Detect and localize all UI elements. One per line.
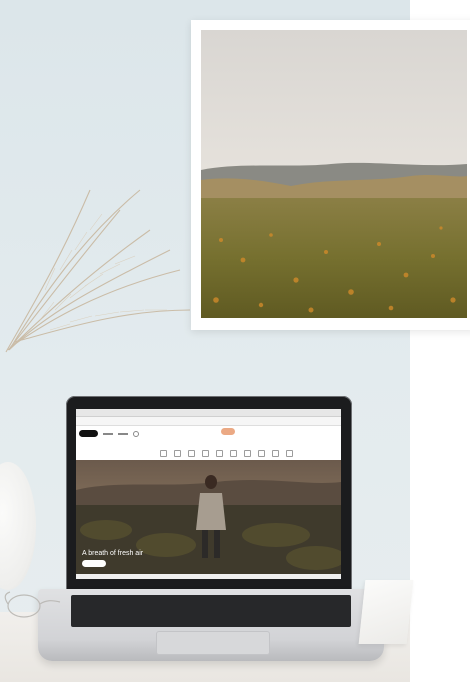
nav-primary-button — [79, 430, 98, 437]
browser-address-bar — [76, 417, 341, 430]
pampas-grass — [5, 189, 191, 353]
notebook — [358, 580, 414, 644]
browser-tab-bar — [76, 409, 341, 417]
search-icon — [133, 431, 139, 437]
laptop-lid: A breath of fresh air — [66, 396, 352, 592]
laptop-screen: A breath of fresh air — [76, 409, 341, 579]
keyboard — [71, 595, 351, 627]
site-logo — [221, 428, 235, 435]
landscape-photo — [201, 30, 467, 318]
landscape-photo-image — [201, 30, 467, 318]
category-icon-row — [160, 444, 300, 457]
hero-button — [82, 560, 106, 567]
glasses — [4, 591, 61, 618]
trackpad — [156, 631, 270, 655]
screen-footer-strip — [76, 574, 341, 579]
hero-banner: A breath of fresh air — [76, 460, 341, 574]
hero-title: A breath of fresh air — [82, 550, 144, 557]
site-header — [76, 426, 341, 462]
nav-link — [118, 433, 128, 435]
laptop-base — [38, 589, 384, 661]
framed-print — [191, 20, 470, 330]
nav-link — [103, 433, 113, 435]
